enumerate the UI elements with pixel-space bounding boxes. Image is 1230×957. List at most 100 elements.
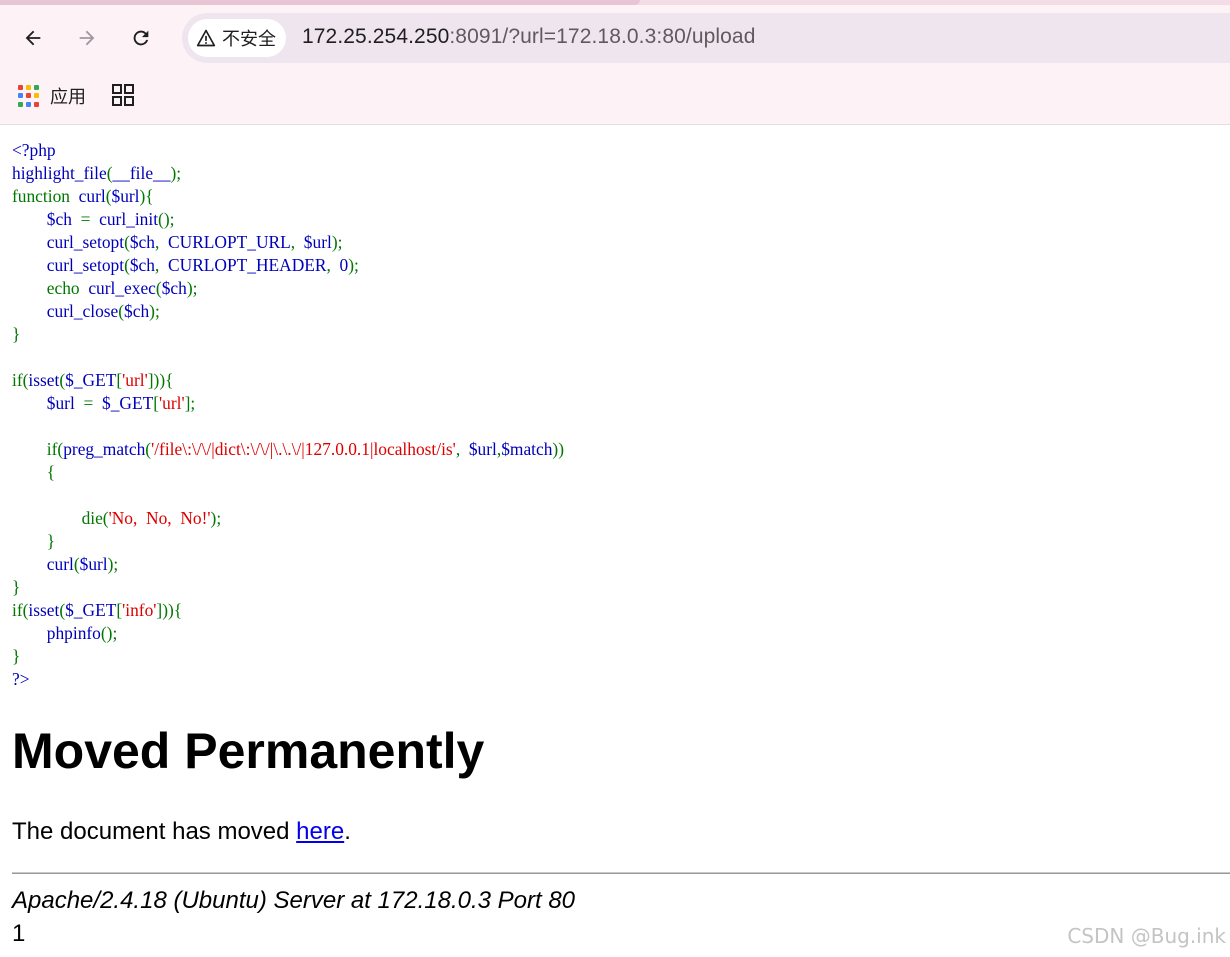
code-line: if(isset($_GET['info'])){	[12, 600, 182, 620]
code-line: }	[12, 577, 20, 597]
code-token: preg_match	[63, 439, 146, 459]
code-token: 'No, No, No!'	[108, 508, 211, 528]
back-button[interactable]	[15, 20, 51, 56]
apps-label: 应用	[50, 87, 86, 108]
warning-triangle-icon	[196, 29, 216, 47]
code-token: curl_setopt	[46, 255, 125, 275]
forward-button[interactable]	[69, 20, 105, 56]
code-line: ?>	[12, 669, 30, 689]
code-token: ,	[455, 439, 469, 459]
moved-text: The document has moved	[12, 818, 297, 845]
code-line: echo curl_exec($ch);	[12, 278, 198, 298]
php-source-code: <?php highlight_file(__file__); function…	[12, 139, 564, 691]
code-token: 'url'	[159, 393, 185, 413]
code-token: }	[12, 577, 21, 597]
code-token: if(	[12, 600, 29, 620]
code-token: $ch	[129, 232, 155, 252]
page-heading: Moved Permanently	[12, 723, 485, 779]
active-tab[interactable]	[0, 0, 640, 5]
code-token: $url	[79, 554, 108, 574]
code-token: $match	[501, 439, 553, 459]
code-token: isset	[28, 600, 60, 620]
code-token: $ch	[124, 301, 150, 321]
grid-icon	[112, 84, 134, 106]
code-token: ,	[154, 232, 169, 252]
code-token: $ch	[161, 278, 187, 298]
code-token: 'url'	[122, 370, 148, 390]
code-line: }	[12, 646, 20, 666]
code-line: curl_setopt($ch, CURLOPT_HEADER, 0);	[12, 255, 359, 275]
code-token: =	[80, 209, 100, 229]
code-line: <?php	[12, 140, 56, 160]
code-token: }	[12, 646, 21, 666]
code-token: curl	[46, 554, 74, 574]
code-token: ){	[139, 186, 154, 206]
csdn-watermark: CSDN @Bug.ink	[1067, 924, 1226, 948]
url-text[interactable]: 172.25.254.250:8091/?url=172.18.0.3:80/u…	[302, 25, 756, 49]
bookmarks-bar: 应用	[0, 76, 1230, 116]
code-token: $ch	[46, 209, 81, 229]
code-token: curl_exec	[88, 278, 156, 298]
code-token: $url	[468, 439, 497, 459]
code-token: $url	[111, 186, 140, 206]
code-token: );	[348, 255, 359, 275]
code-token: }	[12, 324, 21, 344]
code-line: curl($url);	[12, 554, 118, 574]
code-token: echo	[12, 278, 89, 298]
url-host: 172.25.254.250	[302, 25, 450, 48]
code-line: curl_close($ch);	[12, 301, 160, 321]
code-token: CURLOPT_HEADER	[168, 255, 327, 275]
moved-message: The document has moved here.	[12, 818, 351, 846]
code-token: );	[331, 232, 343, 252]
code-line: die('No, No, No!');	[12, 508, 222, 528]
code-token: function	[12, 186, 79, 206]
browser-toolbar: 不安全 172.25.254.250:8091/?url=172.18.0.3:…	[0, 0, 1230, 125]
code-token: =	[83, 393, 103, 413]
code-line: phpinfo();	[12, 623, 118, 643]
code-token: curl_init	[99, 209, 159, 229]
code-line: curl_setopt($ch, CURLOPT_URL, $url);	[12, 232, 343, 252]
code-token: '/file\:\/\/|dict\:\/\/|\.\.\/|127.0.0.1…	[151, 439, 456, 459]
code-token: ,	[154, 255, 169, 275]
code-token: }	[12, 531, 56, 551]
code-token: $url	[46, 393, 84, 413]
code-line: }	[12, 531, 55, 551]
horizontal-rule	[12, 872, 1230, 874]
code-token: CURLOPT_URL	[168, 232, 291, 252]
back-arrow-icon	[25, 30, 41, 46]
tab-groups-button[interactable]	[110, 82, 136, 108]
code-token: ,	[290, 232, 304, 252]
code-token: ))	[552, 439, 565, 459]
server-signature: Apache/2.4.18 (Ubuntu) Server at 172.18.…	[12, 887, 576, 914]
code-token: );	[186, 278, 198, 298]
reload-icon	[133, 30, 149, 46]
code-token: $_GET	[65, 600, 117, 620]
code-line: $url = $_GET['url'];	[12, 393, 195, 413]
moved-period: .	[344, 818, 351, 845]
here-link[interactable]: here	[296, 818, 344, 845]
code-token: if(	[12, 370, 29, 390]
address-bar[interactable]: 不安全 172.25.254.250:8091/?url=172.18.0.3:…	[182, 13, 1230, 63]
code-token: curl_close	[46, 301, 119, 321]
code-line: if(isset($_GET['url'])){	[12, 370, 173, 390]
code-token: if(	[12, 439, 64, 459]
security-indicator[interactable]: 不安全	[188, 19, 286, 57]
code-token: ])){	[147, 370, 174, 390]
apps-grid-icon	[18, 85, 40, 107]
code-token: 'info'	[122, 600, 157, 620]
code-token: highlight_file	[12, 163, 107, 183]
apps-bookmark[interactable]: 应用	[18, 81, 86, 111]
code-line: if(preg_match('/file\:\/\/|dict\:\/\/|\.…	[12, 439, 564, 459]
code-token: ();	[100, 623, 118, 643]
code-token: ?>	[12, 669, 30, 689]
code-line: }	[12, 324, 20, 344]
code-token: curl_setopt	[46, 232, 125, 252]
code-line: {	[12, 462, 55, 482]
reload-button[interactable]	[123, 20, 159, 56]
code-token: $_GET	[65, 370, 117, 390]
